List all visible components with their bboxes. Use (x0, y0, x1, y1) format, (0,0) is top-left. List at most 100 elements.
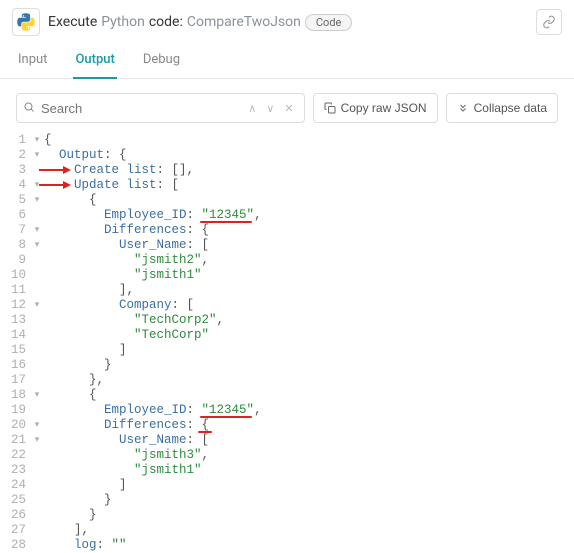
fold-toggle[interactable]: ▾ (30, 388, 44, 403)
code-line: 10 "jsmith1" (4, 268, 574, 283)
line-number: 6 (4, 208, 30, 223)
line-number: 2 (4, 148, 30, 163)
line-content: } (44, 508, 574, 523)
execute-label: Execute (48, 14, 97, 30)
header: Execute Python code: CompareTwoJson Code (0, 0, 574, 44)
line-content: User_Name: [ (44, 238, 574, 253)
code-line: 27 ], (4, 523, 574, 538)
code-output[interactable]: 1▾{2▾ Output: {3 Create list: [],4▾ Upda… (0, 133, 574, 553)
code-line: 9 "jsmith2", (4, 253, 574, 268)
code-line: 20▾ Differences: { (4, 418, 574, 433)
code-line: 12▾ Company: [ (4, 298, 574, 313)
code-line: 25 } (4, 493, 574, 508)
line-number: 27 (4, 523, 30, 538)
search-clear-icon[interactable]: ✕ (280, 102, 297, 115)
line-content: Differences: { (44, 223, 574, 238)
fold-toggle[interactable]: ▾ (30, 133, 44, 148)
toolbar: ∧ ∨ ✕ Copy raw JSON Collapse data (0, 79, 574, 133)
line-content: "jsmith2", (44, 253, 574, 268)
line-number: 26 (4, 508, 30, 523)
line-number: 12 (4, 298, 30, 313)
fold-toggle[interactable]: ▾ (30, 193, 44, 208)
code-line: 22 "jsmith3", (4, 448, 574, 463)
line-content: Differences: { (44, 418, 574, 433)
line-content: ], (44, 523, 574, 538)
line-number: 21 (4, 433, 30, 448)
line-number: 18 (4, 388, 30, 403)
code-line: 4▾ Update list: [ (4, 178, 574, 193)
code-line: 19 Employee_ID: "12345", (4, 403, 574, 418)
fold-toggle[interactable]: ▾ (30, 223, 44, 238)
line-number: 8 (4, 238, 30, 253)
line-number: 15 (4, 343, 30, 358)
line-content: Employee_ID: "12345", (44, 208, 574, 223)
collapse-icon (457, 102, 469, 114)
code-label: code: (149, 14, 183, 30)
search-input[interactable] (41, 101, 244, 116)
code-badge[interactable]: Code (305, 14, 352, 31)
line-content: "jsmith3", (44, 448, 574, 463)
fold-toggle[interactable]: ▾ (30, 238, 44, 253)
line-number: 19 (4, 403, 30, 418)
line-number: 17 (4, 373, 30, 388)
code-line: 7▾ Differences: { (4, 223, 574, 238)
line-number: 14 (4, 328, 30, 343)
collapse-data-button[interactable]: Collapse data (446, 93, 558, 123)
header-title: Execute Python code: CompareTwoJson Code (48, 14, 352, 31)
code-line: 1▾{ (4, 133, 574, 148)
line-number: 1 (4, 133, 30, 148)
line-content: ], (44, 283, 574, 298)
code-line: 14 "TechCorp" (4, 328, 574, 343)
line-number: 10 (4, 268, 30, 283)
python-logo-icon (12, 8, 40, 36)
line-content: { (44, 133, 574, 148)
search-icon (23, 101, 35, 116)
line-content: ] (44, 478, 574, 493)
code-line: 26 } (4, 508, 574, 523)
line-number: 23 (4, 463, 30, 478)
code-line: 8▾ User_Name: [ (4, 238, 574, 253)
tab-output[interactable]: Output (73, 44, 116, 79)
fold-toggle[interactable]: ▾ (30, 418, 44, 433)
script-name: CompareTwoJson (187, 14, 301, 30)
line-content: "TechCorp2", (44, 313, 574, 328)
line-content: Employee_ID: "12345", (44, 403, 574, 418)
copy-raw-json-button[interactable]: Copy raw JSON (313, 93, 438, 123)
search-nav: ∧ ∨ ✕ (244, 102, 297, 115)
line-number: 20 (4, 418, 30, 433)
fold-toggle[interactable]: ▾ (30, 148, 44, 163)
line-content: "jsmith1" (44, 268, 574, 283)
fold-toggle[interactable]: ▾ (30, 433, 44, 448)
line-content: { (44, 388, 574, 403)
fold-toggle[interactable]: ▾ (30, 298, 44, 313)
line-content: { (44, 193, 574, 208)
tab-input[interactable]: Input (16, 44, 49, 79)
line-number: 28 (4, 538, 30, 553)
line-number: 5 (4, 193, 30, 208)
line-content: Update list: [ (44, 178, 574, 193)
code-line: 24 ] (4, 478, 574, 493)
line-number: 11 (4, 283, 30, 298)
python-label: Python (101, 14, 145, 30)
line-content: }, (44, 373, 574, 388)
code-line: 28 log: "" (4, 538, 574, 553)
line-number: 22 (4, 448, 30, 463)
link-button[interactable] (536, 9, 562, 35)
fold-toggle[interactable]: ▾ (30, 178, 44, 193)
line-content: ] (44, 343, 574, 358)
search-next-icon[interactable]: ∨ (262, 102, 278, 115)
line-number: 25 (4, 493, 30, 508)
line-number: 4 (4, 178, 30, 193)
tab-debug[interactable]: Debug (141, 44, 182, 79)
code-line: 17 }, (4, 373, 574, 388)
code-line: 21▾ User_Name: [ (4, 433, 574, 448)
line-content: Create list: [], (44, 163, 574, 178)
search-prev-icon[interactable]: ∧ (244, 102, 260, 115)
code-line: 2▾ Output: { (4, 148, 574, 163)
code-line: 16 } (4, 358, 574, 373)
code-line: 5▾ { (4, 193, 574, 208)
line-number: 3 (4, 163, 30, 178)
line-number: 13 (4, 313, 30, 328)
search-input-wrap[interactable]: ∧ ∨ ✕ (16, 93, 305, 123)
code-line: 15 ] (4, 343, 574, 358)
